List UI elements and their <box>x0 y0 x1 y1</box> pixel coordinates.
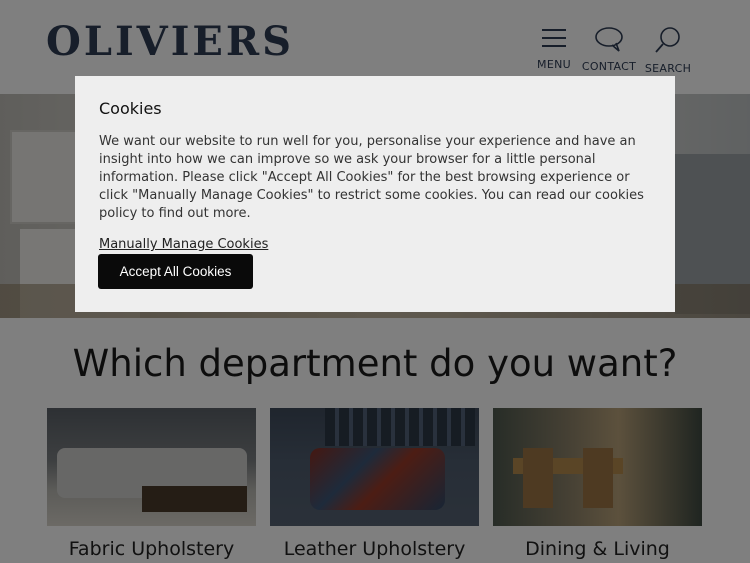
manage-cookies-link[interactable]: Manually Manage Cookies <box>99 236 268 254</box>
accept-all-cookies-button[interactable]: Accept All Cookies <box>98 254 253 289</box>
cookie-consent-dialog: Cookies We want our website to run well … <box>75 76 675 312</box>
cookie-dialog-body: We want our website to run well for you,… <box>99 134 644 221</box>
cookie-dialog-title: Cookies <box>99 99 162 118</box>
